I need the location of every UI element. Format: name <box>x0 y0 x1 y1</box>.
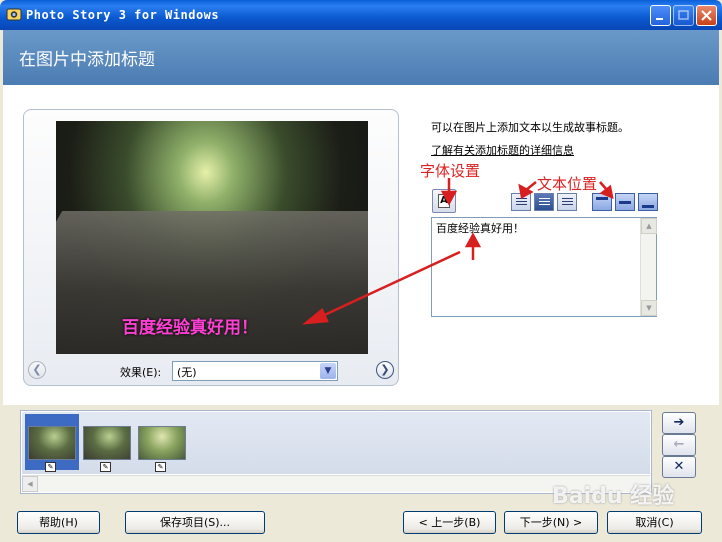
thumbnail-2[interactable]: ✎ <box>80 414 134 472</box>
edit-icon[interactable]: ✎ <box>155 462 166 472</box>
thumbnail-image <box>28 426 76 460</box>
move-left-button[interactable]: ← <box>662 434 696 456</box>
move-right-button[interactable]: ➔ <box>662 412 696 434</box>
arrowhead-font <box>440 190 458 206</box>
arrow-to-caption <box>317 250 461 320</box>
arrowhead-caption <box>302 308 329 325</box>
help-button[interactable]: 帮助(H) <box>17 511 100 534</box>
back-button[interactable]: < 上一步(B) <box>403 511 496 534</box>
thumbnail-image <box>138 426 186 460</box>
delete-x-icon: ✕ <box>673 459 685 474</box>
next-button[interactable]: 下一步(N) > <box>504 511 598 534</box>
arrow-left-icon: ← <box>673 437 685 452</box>
remove-button[interactable]: ✕ <box>662 456 696 478</box>
thumbnail-1[interactable]: ✎ <box>25 414 79 472</box>
scroll-left-icon[interactable]: ◀ <box>22 476 38 492</box>
arrowhead-textbox <box>464 232 482 248</box>
edit-icon[interactable]: ✎ <box>100 462 111 472</box>
watermark: Baidu 经验 <box>552 484 675 509</box>
edit-icon[interactable]: ✎ <box>45 462 56 472</box>
thumbnail-image <box>83 426 131 460</box>
thumbnail-3[interactable]: ✎ <box>135 414 189 472</box>
cancel-button[interactable]: 取消(C) <box>607 511 702 534</box>
save-project-button[interactable]: 保存项目(S)... <box>125 511 265 534</box>
arrowhead-position <box>599 184 614 200</box>
thumbnail-strip: ✎ ✎ ✎ <box>22 412 650 474</box>
arrow-right-icon: ➔ <box>673 415 685 430</box>
